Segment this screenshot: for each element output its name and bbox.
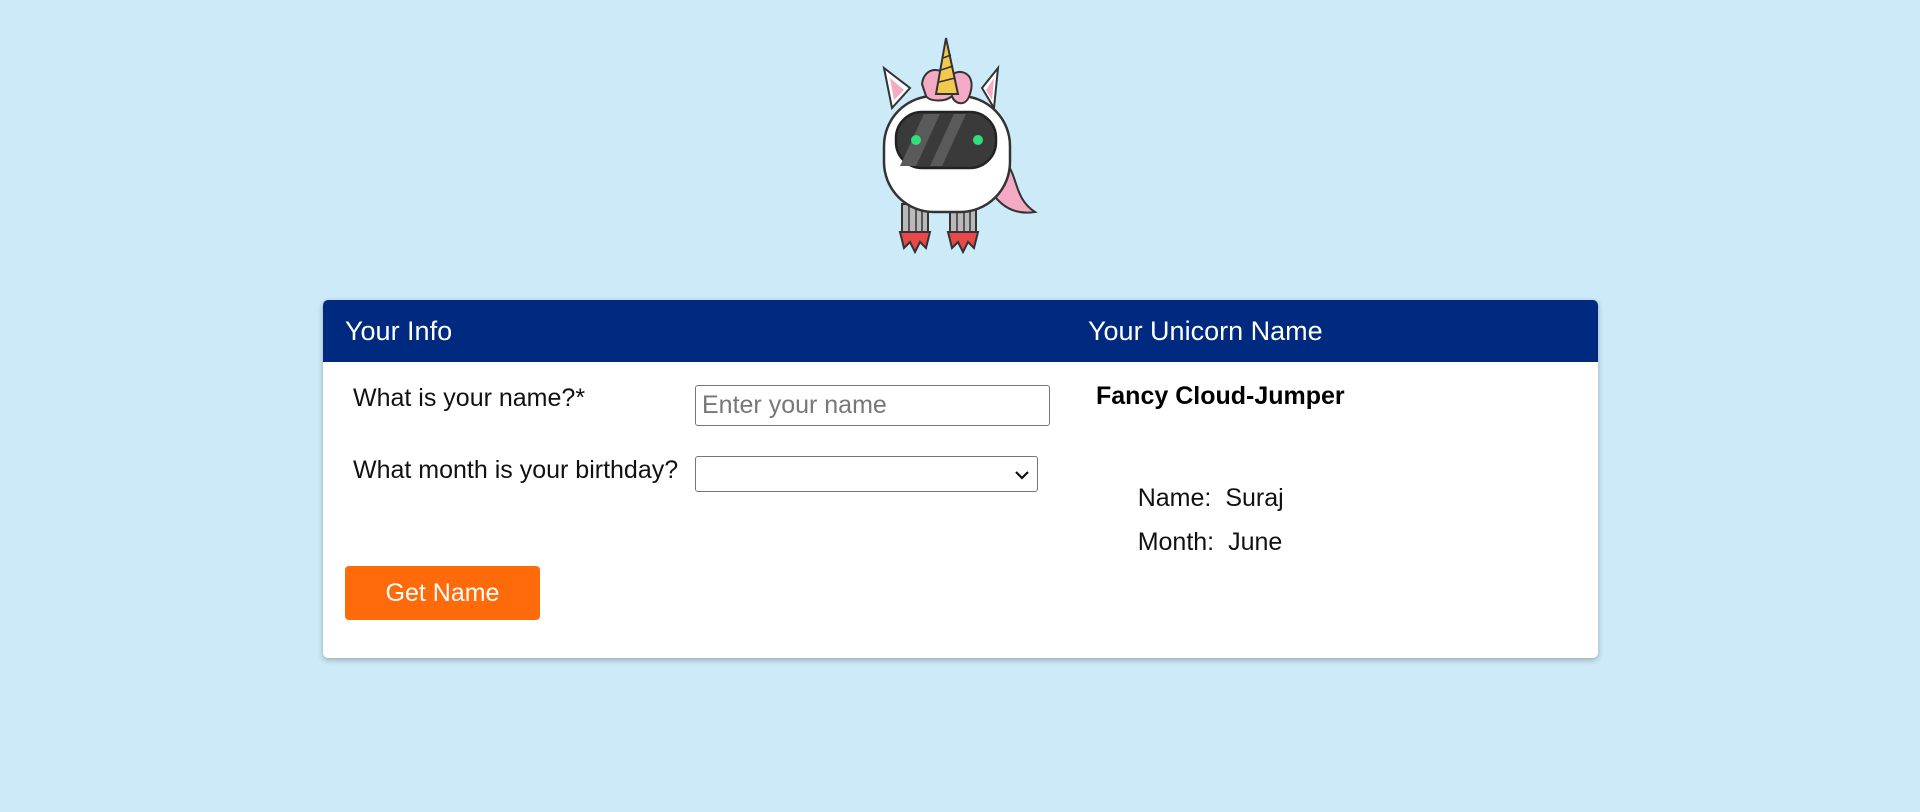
result-month-label: Month: bbox=[1137, 528, 1215, 556]
chevron-down-icon bbox=[1015, 471, 1029, 480]
name-input[interactable] bbox=[695, 385, 1050, 426]
card-body: What is your name?* What month is your b… bbox=[323, 362, 1598, 658]
get-name-button[interactable]: Get Name bbox=[345, 566, 540, 620]
unicorn-robot-mascot-icon bbox=[882, 37, 1038, 255]
unicorn-form-card: Your Info Your Unicorn Name What is your… bbox=[323, 300, 1598, 658]
card-header: Your Info Your Unicorn Name bbox=[323, 300, 1598, 362]
unicorn-name-result: Fancy Cloud-Jumper bbox=[1096, 382, 1345, 410]
name-question-label: What is your name?* bbox=[353, 384, 586, 412]
unicorn-name-heading: Your Unicorn Name bbox=[1088, 316, 1323, 346]
month-question-label: What month is your birthday? bbox=[353, 456, 679, 484]
result-month-value: June bbox=[1228, 528, 1283, 556]
your-info-heading: Your Info bbox=[345, 316, 453, 346]
birthday-month-select[interactable] bbox=[695, 456, 1038, 492]
result-month-row: Month: June bbox=[1096, 499, 1283, 586]
